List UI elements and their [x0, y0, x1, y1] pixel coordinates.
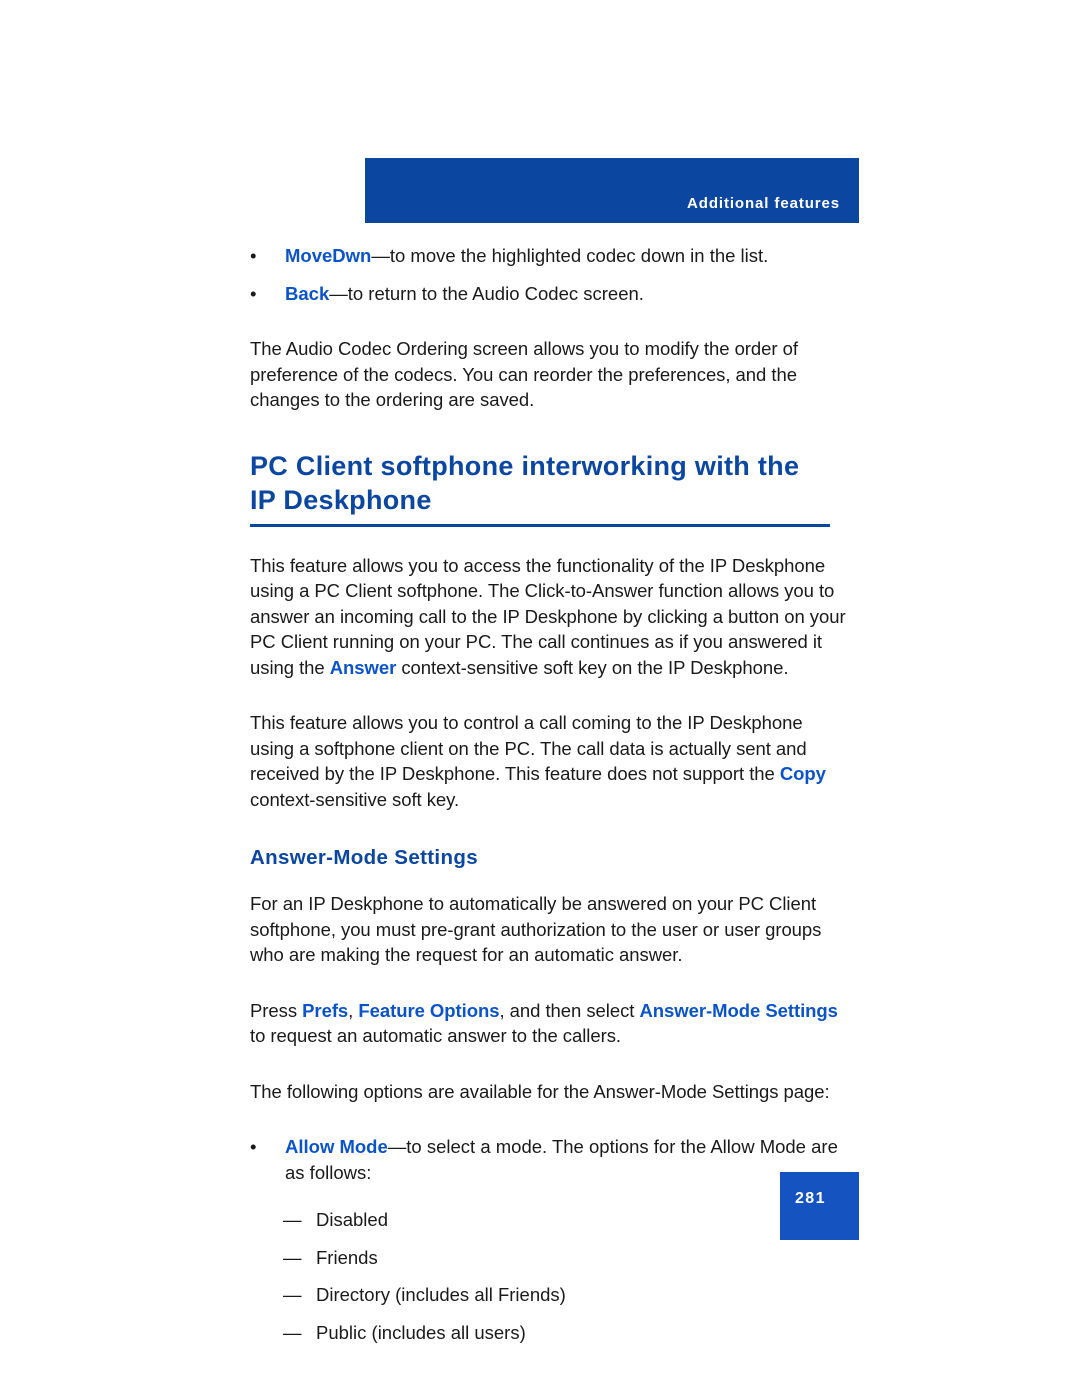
intro-paragraph: The Audio Codec Ordering screen allows y… [250, 338, 798, 410]
keyword-prefs: Prefs [302, 999, 349, 1021]
press-part1: Press [250, 999, 303, 1021]
keyword-feature-options: Feature Options [358, 999, 500, 1021]
list-item: — Public (includes all users) [250, 1320, 850, 1346]
dash-marker: — [283, 1209, 302, 1230]
page-number-block: 281 [780, 1172, 859, 1240]
list-item-text: Back—to return to the Audio Codec screen… [285, 281, 850, 307]
page-title: PC Client softphone interworking with th… [250, 450, 800, 515]
list-item-text: Allow Mode—to select a mode. The options… [285, 1134, 850, 1185]
paragraph-2-part2: context-sensitive soft key. [250, 788, 460, 810]
dash-marker: — [283, 1284, 302, 1305]
list-item: — Friends [250, 1245, 850, 1271]
keyword-allow-mode: Allow Mode [285, 1136, 388, 1157]
keyword-copy: Copy [779, 763, 826, 784]
bullet-marker: • [250, 282, 257, 304]
press-part2: , and then select [499, 999, 640, 1021]
option-label: Friends [316, 1246, 378, 1268]
press-instruction: Press Prefs, Feature Options, and then s… [250, 998, 850, 1049]
page-number: 281 [795, 1190, 826, 1207]
keyword-movedwn: MoveDwn [285, 245, 372, 266]
paragraph-1: This feature allows you to access the fu… [250, 553, 850, 681]
list-item-description: —to move the highlighted codec down in t… [371, 245, 769, 266]
dash-marker: — [283, 1246, 302, 1268]
paragraph-3: For an IP Deskphone to automatically be … [250, 893, 822, 965]
list-item: — Disabled [250, 1207, 850, 1233]
paragraph-2-part1: This feature allows you to control a cal… [250, 712, 807, 784]
running-header-bar: Additional features [365, 158, 859, 223]
keyword-answer-mode-settings: Answer-Mode Settings [639, 999, 838, 1021]
paragraph-2: This feature allows you to control a cal… [250, 710, 850, 812]
keyword-answer: Answer [329, 656, 397, 678]
paragraph-1-part2: context-sensitive soft key on the IP Des… [396, 656, 789, 678]
page-content: • MoveDwn—to move the highlighted codec … [250, 243, 850, 1345]
press-part3: to request an automatic answer to the ca… [250, 1025, 621, 1046]
list-item: • MoveDwn—to move the highlighted codec … [250, 243, 850, 269]
press-sep1: , [348, 999, 359, 1021]
option-label: Public (includes all users) [316, 1321, 526, 1343]
list-item: — Directory (includes all Friends) [250, 1282, 850, 1308]
running-header-title: Additional features [687, 195, 840, 212]
option-label: Disabled [316, 1209, 388, 1230]
option-label: Directory (includes all Friends) [316, 1284, 566, 1305]
list-item: • Allow Mode—to select a mode. The optio… [250, 1134, 850, 1185]
list-item: • Back—to return to the Audio Codec scre… [250, 281, 850, 307]
bullet-marker: • [250, 1136, 257, 1157]
bullet-marker: • [250, 245, 257, 266]
options-intro: The following options are available for … [250, 1080, 830, 1102]
list-item-text: MoveDwn—to move the highlighted codec do… [285, 243, 850, 269]
keyword-back: Back [285, 282, 330, 304]
list-item-description: —to return to the Audio Codec screen. [329, 282, 644, 304]
document-page: Additional features • MoveDwn—to move th… [0, 0, 1080, 1397]
subsection-heading: Answer-Mode Settings [250, 846, 478, 869]
dash-marker: — [283, 1321, 302, 1343]
